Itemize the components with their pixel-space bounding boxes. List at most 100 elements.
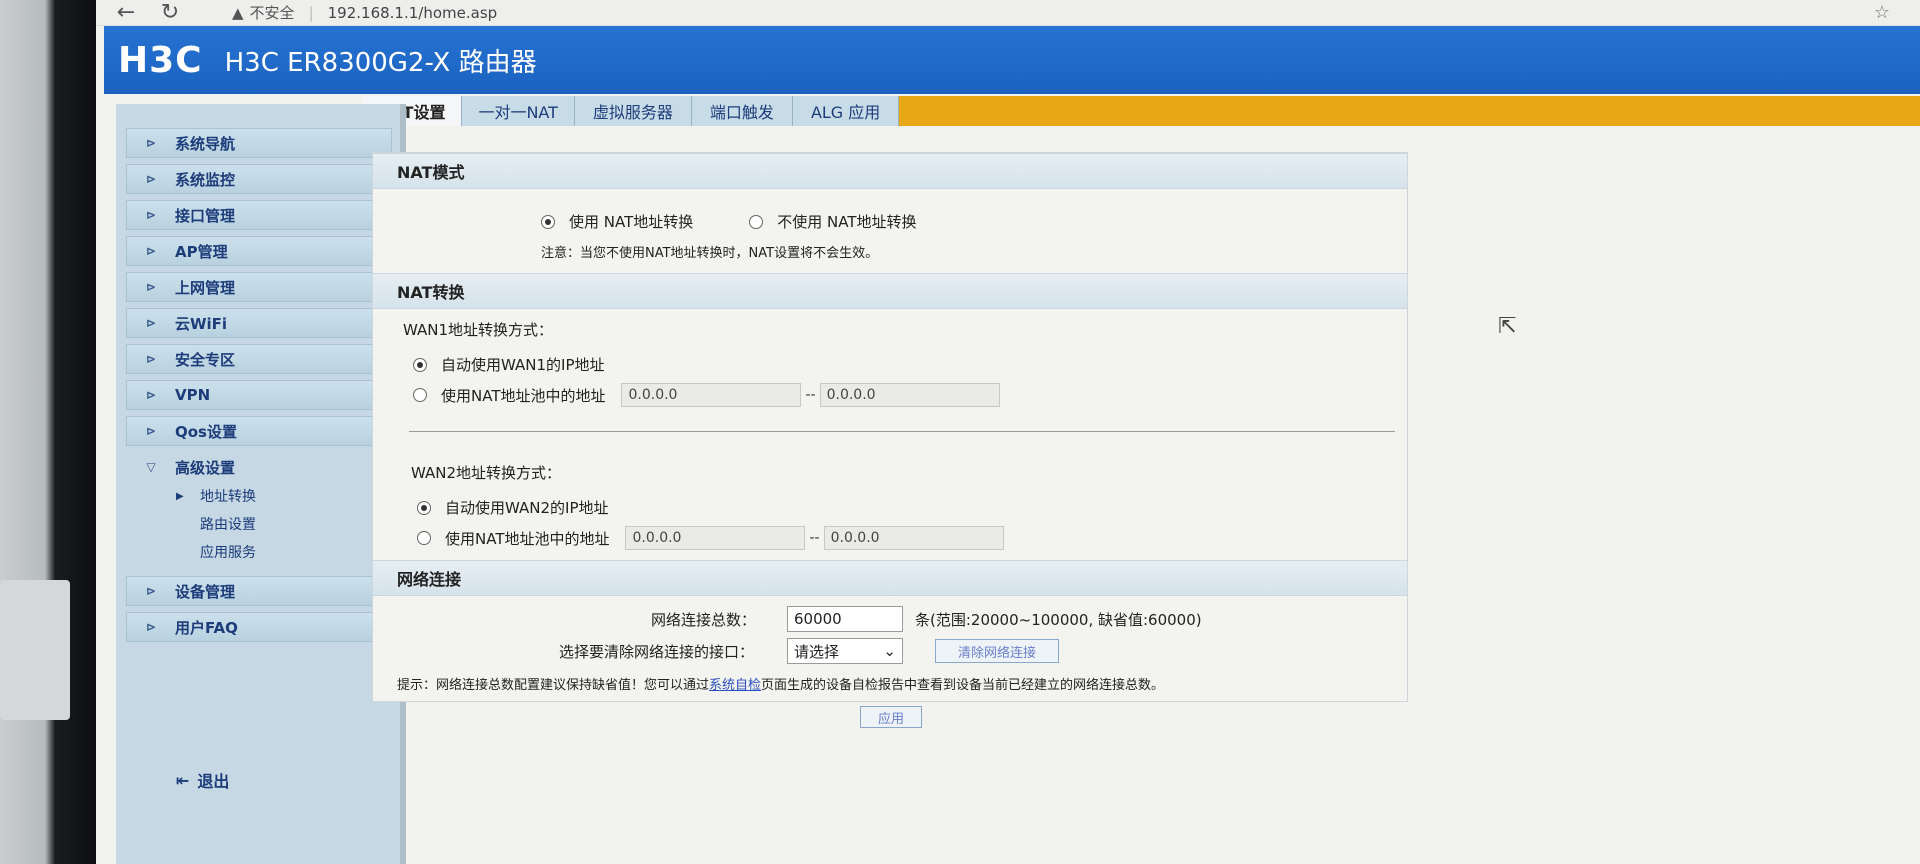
nat-use-option[interactable]: 使用 NAT地址转换 (541, 211, 693, 232)
sidebar-item-vpn[interactable]: ⊳ VPN (126, 380, 392, 410)
sidebar-item-security[interactable]: ⊳ 安全专区 (126, 344, 392, 374)
nat-use-label: 使用 NAT地址转换 (569, 213, 694, 231)
connection-total-label: 网络连接总数： (651, 610, 757, 629)
connection-range-text: 条(范围:20000~100000, 缺省值:60000) (915, 610, 1202, 629)
sidebar-item-faq[interactable]: ⊳ 用户FAQ (126, 612, 392, 642)
wan2-pool-radio[interactable] (417, 531, 431, 545)
tab-alg-application[interactable]: ALG 应用 (792, 96, 900, 126)
selected-arrow-icon: ▶ (176, 490, 184, 502)
monitor-bezel (0, 0, 96, 864)
wan2-label: WAN2地址转换方式： (411, 464, 562, 482)
expand-arrow-icon: ⊳ (145, 620, 157, 634)
expand-arrow-icon: ⊳ (145, 244, 157, 258)
network-tip: 提示：网络连接总数配置建议保持缺省值！您可以通过系统自检页面生成的设备自检报告中… (373, 664, 1407, 701)
sidebar-item-label: 系统导航 (175, 134, 236, 153)
wan2-pool-label: 使用NAT地址池中的地址 (445, 529, 610, 548)
sidebar-item-label: AP管理 (175, 242, 228, 261)
sidebar-subitem-nat[interactable]: ▶ 地址转换 (116, 482, 400, 510)
sidebar-item-label: VPN (175, 386, 211, 404)
nat-use-radio[interactable] (541, 214, 555, 229)
subitem-label: 路由设置 (200, 517, 256, 533)
address-bar[interactable]: 192.168.1.1/home.asp (328, 4, 498, 22)
interface-select[interactable]: 请选择 ⌄ (787, 638, 903, 664)
chevron-down-icon: ⌄ (883, 642, 896, 660)
wan1-pool-end-input[interactable]: 0.0.0.0 (819, 383, 1000, 407)
subitem-label: 地址转换 (200, 489, 256, 505)
clear-connections-button[interactable]: 清除网络连接 (935, 639, 1059, 663)
sidebar-item-label: 云WiFi (175, 314, 228, 333)
h3c-logo: H3C (118, 39, 203, 81)
mouse-pointer-icon: ⇱ (1498, 314, 1517, 339)
nat-mode-options: 使用 NAT地址转换 不使用 NAT地址转换 (373, 189, 1407, 232)
wan1-label: WAN1地址转换方式： (403, 321, 554, 339)
wan1-auto-label: 自动使用WAN1的IP地址 (441, 356, 605, 374)
wan2-auto-radio[interactable] (417, 500, 431, 515)
sidebar-item-label: 系统监控 (175, 170, 236, 189)
wan1-pool-label: 使用NAT地址池中的地址 (441, 386, 606, 405)
nat-nouse-option[interactable]: 不使用 NAT地址转换 (749, 211, 917, 232)
warning-icon: ▲ (232, 3, 244, 22)
connection-total-row: 网络连接总数： 60000 条(范围:20000~100000, 缺省值:600… (373, 596, 1407, 632)
desk-object (0, 580, 70, 720)
system-check-link[interactable]: 系统自检 (709, 678, 761, 693)
tab-virtual-server[interactable]: 虚拟服务器 (574, 96, 692, 126)
wan1-auto-radio[interactable] (413, 357, 427, 372)
expand-arrow-icon: ⊳ (145, 424, 157, 438)
sidebar-item-label: 接口管理 (175, 206, 236, 225)
apply-button[interactable]: 应用 (860, 706, 922, 728)
collapse-arrow-icon: ▽ (146, 460, 156, 474)
browser-toolbar: ← ↻ ▲ 不安全 | 192.168.1.1/home.asp ☆ (96, 0, 1920, 26)
nat-nouse-radio[interactable] (749, 214, 764, 229)
wan1-pool-option: 使用NAT地址池中的地址 0.0.0.0 -- 0.0.0.0 (373, 375, 1407, 407)
tab-port-trigger[interactable]: 端口触发 (691, 96, 793, 126)
expand-arrow-icon: ⊳ (145, 136, 157, 150)
nat-conversion-header: NAT转换 (373, 273, 1407, 309)
nat-mode-note: 注意：当您不使用NAT地址转换时，NAT设置将不会生效。 (541, 246, 879, 261)
app-header: H3C H3C ER8300G2-X 路由器 (104, 26, 1920, 94)
reload-icon[interactable]: ↻ (148, 0, 192, 25)
logout-icon: ⇤ (176, 770, 190, 790)
bookmark-star-icon[interactable]: ☆ (1874, 2, 1890, 23)
back-icon[interactable]: ← (104, 0, 148, 25)
tab-bar: NAT设置 一对一NAT 虚拟服务器 端口触发 ALG 应用 (362, 96, 1920, 126)
sidebar-item-cloud-wifi[interactable]: ⊳ 云WiFi (126, 308, 392, 338)
wan1-pool-start-input[interactable]: 0.0.0.0 (621, 383, 802, 407)
sidebar-item-qos[interactable]: ⊳ Qos设置 (126, 416, 392, 446)
network-connection-header: 网络连接 (373, 560, 1407, 596)
expand-arrow-icon: ⊳ (145, 584, 157, 598)
range-dash: -- (809, 530, 820, 546)
expand-arrow-icon: ⊳ (145, 208, 157, 222)
nat-nouse-label: 不使用 NAT地址转换 (777, 213, 917, 231)
sidebar-subitem-routing[interactable]: 路由设置 (116, 510, 400, 538)
connection-total-input[interactable]: 60000 (787, 606, 903, 632)
product-title: H3C ER8300G2-X 路由器 (224, 47, 537, 78)
wan1-auto-option[interactable]: 自动使用WAN1的IP地址 (373, 340, 1407, 375)
tip-text: 提示：网络连接总数配置建议保持缺省值！您可以通过 (397, 678, 710, 693)
screen: ← ↻ ▲ 不安全 | 192.168.1.1/home.asp ☆ H3C H… (96, 0, 1920, 864)
sidebar-item-ap[interactable]: ⊳ AP管理 (126, 236, 392, 266)
expand-arrow-icon: ⊳ (145, 280, 157, 294)
sidebar-item-advanced[interactable]: ▽ 高级设置 (126, 452, 392, 482)
sidebar-item-navigation[interactable]: ⊳ 系统导航 (126, 128, 392, 158)
url-separator: | (308, 3, 314, 22)
wan2-auto-option[interactable]: 自动使用WAN2的IP地址 (373, 483, 1407, 518)
interface-select-value: 请选择 (794, 642, 840, 661)
wan2-pool-end-input[interactable]: 0.0.0.0 (823, 526, 1004, 550)
expand-arrow-icon: ⊳ (145, 172, 157, 186)
tab-one-to-one-nat[interactable]: 一对一NAT (462, 96, 575, 126)
sidebar-item-interface[interactable]: ⊳ 接口管理 (126, 200, 392, 230)
wan2-pool-option: 使用NAT地址池中的地址 0.0.0.0 -- 0.0.0.0 (373, 518, 1407, 550)
sidebar-item-internet[interactable]: ⊳ 上网管理 (126, 272, 392, 302)
logout-button[interactable]: ⇤ 退出 (176, 768, 229, 792)
sidebar-subitem-services[interactable]: 应用服务 (116, 538, 400, 566)
security-indicator[interactable]: ▲ 不安全 (232, 2, 295, 23)
nat-settings-panel: NAT模式 使用 NAT地址转换 不使用 NAT地址转换 注意：当您不使用NAT… (372, 152, 1408, 702)
sidebar-item-label: Qos设置 (175, 422, 237, 441)
expand-arrow-icon: ⊳ (145, 388, 157, 402)
sidebar-item-label: 上网管理 (175, 278, 236, 297)
wan1-pool-radio[interactable] (413, 388, 427, 402)
subitem-label: 应用服务 (200, 545, 256, 561)
sidebar-item-device[interactable]: ⊳ 设备管理 (126, 576, 392, 606)
sidebar-item-monitor[interactable]: ⊳ 系统监控 (126, 164, 392, 194)
wan2-pool-start-input[interactable]: 0.0.0.0 (625, 526, 806, 550)
